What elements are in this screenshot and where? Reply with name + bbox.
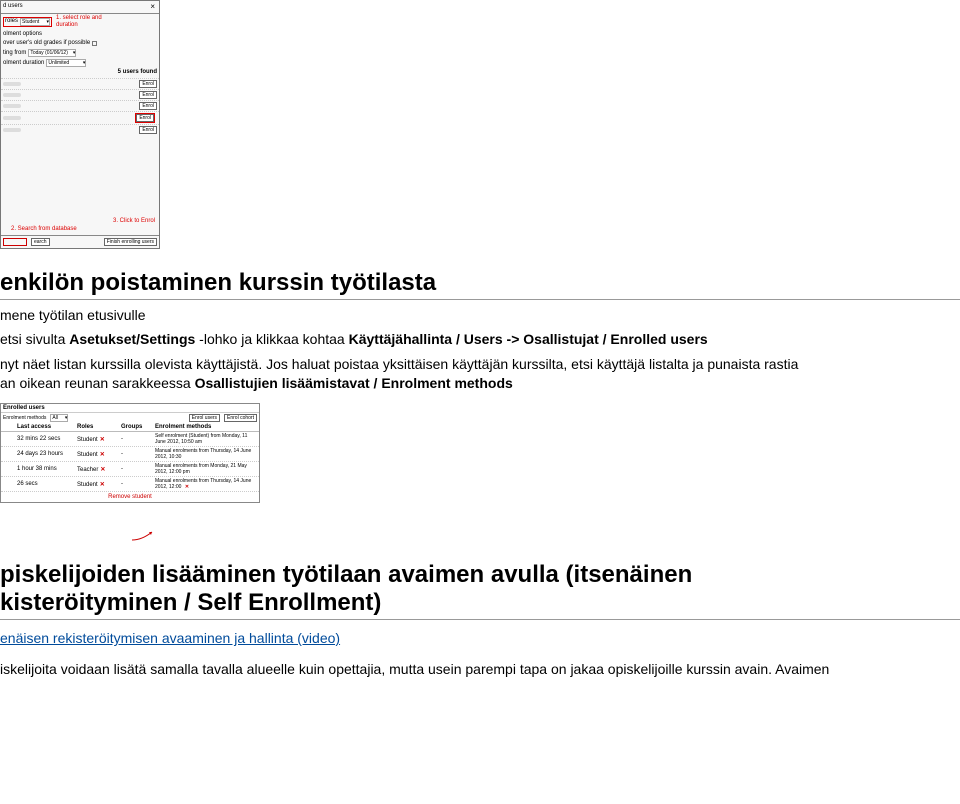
- section-heading-self-enrol: piskelijoiden lisääminen työtilaan avaim…: [0, 561, 960, 620]
- table-row: 24 days 23 hoursStudent✕-Manual enrolmen…: [1, 447, 259, 462]
- roles-selector[interactable]: roles Student: [3, 17, 52, 27]
- user-row: Enrol: [1, 124, 159, 135]
- dialog-header: d users ×: [1, 1, 159, 14]
- recover-grades-checkbox[interactable]: [92, 41, 97, 46]
- annotation-2: 2. Search from database: [11, 226, 77, 233]
- enrol-button[interactable]: Enrol: [139, 91, 157, 99]
- user-row: Enrol: [1, 89, 159, 100]
- close-icon[interactable]: ×: [148, 2, 157, 12]
- enrol-button[interactable]: Enrol: [136, 114, 154, 122]
- instruction-step: nyt näet listan kurssilla olevista käytt…: [0, 355, 960, 393]
- instruction-step: mene työtilan etusivulle: [0, 306, 960, 325]
- enrol-button[interactable]: Enrol: [139, 80, 157, 88]
- enrolment-options-header[interactable]: olment options: [1, 30, 159, 39]
- table-row: 26 secsStudent✕-Manual enrolments from T…: [1, 477, 259, 492]
- panel-title: Enrolled users: [3, 405, 45, 411]
- table-header: Last access Roles Groups Enrolment metho…: [1, 423, 259, 432]
- remove-role-icon[interactable]: ✕: [100, 437, 105, 443]
- video-link[interactable]: enäisen rekisteröitymisen avaaminen ja h…: [0, 630, 340, 646]
- starting-from-label: ting from: [3, 50, 26, 57]
- remove-role-icon[interactable]: ✕: [100, 482, 105, 488]
- methods-filter-dropdown[interactable]: All: [50, 414, 68, 422]
- table-row: 1 hour 38 minsTeacher✕-Manual enrolments…: [1, 462, 259, 477]
- user-row: Enrol: [1, 111, 159, 124]
- remove-student-label: Remove student: [1, 492, 259, 502]
- instruction-step: etsi sivulta Asetukset/Settings -lohko j…: [0, 330, 960, 349]
- search-button[interactable]: earch: [31, 238, 50, 246]
- table-row: 32 mins 22 secsStudent✕-Self enrolment (…: [1, 432, 259, 447]
- body-paragraph: iskelijoita voidaan lisätä samalla taval…: [0, 660, 960, 679]
- finish-enrolling-button[interactable]: Finish enrolling users: [104, 238, 157, 246]
- annotation-1: 1. select role and duration: [56, 15, 116, 29]
- enrolled-users-panel: Enrolled users Enrolment methods All Enr…: [0, 403, 260, 503]
- user-row: Enrol: [1, 78, 159, 89]
- duration-dropdown[interactable]: Unlimited: [46, 59, 86, 67]
- users-found-label: 5 users found: [118, 69, 157, 76]
- unenrol-icon[interactable]: ✕: [185, 484, 189, 490]
- user-row: Enrol: [1, 100, 159, 111]
- enrol-users-button[interactable]: Enrol users: [189, 414, 220, 422]
- enrol-button[interactable]: Enrol: [139, 102, 157, 110]
- search-input[interactable]: [3, 238, 27, 246]
- arrow-icon: [130, 529, 160, 541]
- enrol-button[interactable]: Enrol: [139, 126, 157, 134]
- remove-role-icon[interactable]: ✕: [100, 452, 105, 458]
- dialog-title: d users: [3, 3, 23, 10]
- duration-label: olment duration: [3, 60, 44, 67]
- section-heading-remove-user: enkilön poistaminen kurssin työtilasta: [0, 269, 960, 300]
- enrol-cohort-button[interactable]: Enrol cohort: [224, 414, 257, 422]
- starting-from-dropdown[interactable]: Today (01/06/12): [28, 49, 76, 57]
- annotation-3: 3. Click to Enrol: [113, 218, 155, 225]
- recover-grades-label: over user's old grades if possible: [3, 40, 90, 47]
- roles-label: roles: [5, 18, 18, 25]
- remove-role-icon[interactable]: ✕: [100, 467, 105, 473]
- roles-dropdown[interactable]: Student: [20, 18, 50, 26]
- enrol-dialog: d users × roles Student 1. select role a…: [0, 0, 160, 249]
- methods-filter-label: Enrolment methods: [3, 415, 46, 421]
